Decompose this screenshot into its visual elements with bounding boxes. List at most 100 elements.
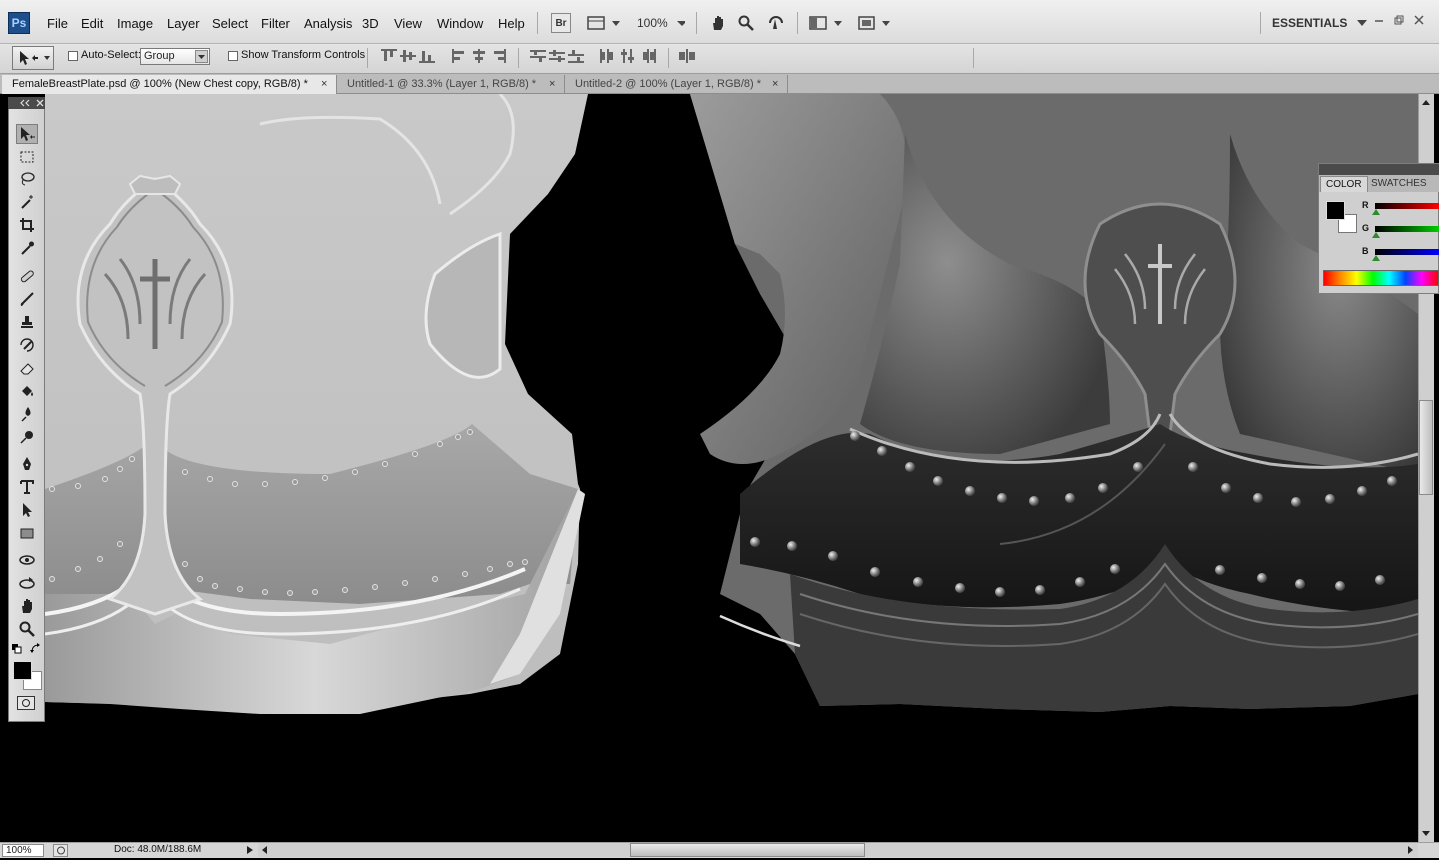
tool-preset-picker[interactable] <box>12 46 54 70</box>
quick-mask-button[interactable] <box>17 696 35 710</box>
rivet <box>1035 585 1045 595</box>
vertical-scroll-thumb[interactable] <box>1419 400 1433 495</box>
healing-brush-button[interactable] <box>16 266 38 286</box>
tab-swatches[interactable]: SWATCHES <box>1366 176 1432 192</box>
menu-view[interactable]: View <box>394 16 422 31</box>
move-tool-button[interactable] <box>16 124 38 144</box>
move-tool-icon <box>21 127 35 141</box>
default-colors-icon[interactable] <box>12 643 22 657</box>
marquee-tool-button[interactable] <box>16 147 38 167</box>
paint-bucket-button[interactable] <box>16 381 38 401</box>
auto-select-dropdown[interactable]: Group <box>140 48 210 65</box>
lasso-tool-button[interactable] <box>16 169 38 189</box>
close-tab-icon[interactable]: × <box>321 75 327 93</box>
arrange-documents-button[interactable] <box>808 13 844 33</box>
align-top-icon[interactable] <box>381 49 397 63</box>
minimize-button[interactable] <box>1374 14 1384 28</box>
scroll-down-arrow-icon[interactable] <box>1420 828 1432 842</box>
zoom-percentage-field[interactable]: 100% <box>2 844 44 857</box>
menu-select[interactable]: Select <box>212 16 248 31</box>
color-spectrum-ramp[interactable] <box>1323 270 1439 286</box>
blue-slider[interactable] <box>1375 249 1439 255</box>
menu-analysis[interactable]: Analysis <box>304 16 352 31</box>
magic-wand-button[interactable] <box>16 192 38 212</box>
blur-tool-button[interactable] <box>16 404 38 424</box>
close-tab-icon[interactable]: × <box>772 75 778 93</box>
close-tab-icon[interactable]: × <box>549 75 555 93</box>
color-panel-header[interactable] <box>1319 164 1439 175</box>
rivet <box>933 476 943 486</box>
rectangle-tool-button[interactable] <box>16 523 38 543</box>
status-menu-arrow-icon[interactable] <box>243 843 257 857</box>
scroll-up-arrow-icon[interactable] <box>1420 96 1432 110</box>
menu-window[interactable]: Window <box>437 16 483 31</box>
color-panel-foreground-swatch[interactable] <box>1326 201 1345 220</box>
foreground-color-swatch[interactable] <box>13 661 32 680</box>
rotate-view-button[interactable] <box>765 13 787 33</box>
eraser-button[interactable] <box>16 358 38 378</box>
eyedropper-button[interactable] <box>16 238 38 258</box>
swap-colors-icon[interactable] <box>30 643 41 657</box>
hand-button[interactable] <box>708 13 728 33</box>
dodge-tool-button[interactable] <box>16 427 38 447</box>
scroll-left-arrow-icon[interactable] <box>260 844 270 859</box>
tab-untitled-2[interactable]: Untitled-2 @ 100% (Layer 1, RGB/8) * × <box>565 75 788 94</box>
restore-button[interactable] <box>1394 14 1404 28</box>
blue-slider-thumb[interactable] <box>1372 255 1380 261</box>
green-slider[interactable] <box>1375 226 1439 232</box>
screen-mode-button[interactable] <box>856 13 892 33</box>
close-window-button[interactable] <box>1414 14 1424 28</box>
tab-femalebreastplate[interactable]: FemaleBreastPlate.psd @ 100% (New Chest … <box>2 75 337 94</box>
horizontal-scroll-thumb[interactable] <box>630 843 865 857</box>
rivet <box>352 469 358 475</box>
crop-tool-button[interactable] <box>16 215 38 235</box>
rivet <box>1325 494 1335 504</box>
menu-filter[interactable]: Filter <box>261 16 290 31</box>
3d-orbit-button[interactable] <box>16 573 38 593</box>
tab-untitled-1[interactable]: Untitled-1 @ 33.3% (Layer 1, RGB/8) * × <box>337 75 565 94</box>
distribute-top-icon[interactable] <box>530 49 546 63</box>
type-tool-button[interactable] <box>16 477 38 497</box>
history-brush-button[interactable] <box>16 335 38 355</box>
zoom-level-dropdown[interactable]: 100% <box>636 13 686 33</box>
menu-edit[interactable]: Edit <box>81 16 103 31</box>
status-info-button[interactable] <box>53 844 68 857</box>
zoom-button[interactable] <box>736 13 756 33</box>
distribute-hcenter-icon[interactable] <box>620 49 636 63</box>
align-vcenter-icon[interactable] <box>400 49 416 63</box>
view-extras-button[interactable] <box>586 13 622 33</box>
distribute-right-icon[interactable] <box>641 49 657 63</box>
path-selection-button[interactable] <box>16 500 38 520</box>
hand-tool-button[interactable] <box>16 596 38 616</box>
menu-3d[interactable]: 3D <box>362 16 379 31</box>
tools-panel-header[interactable] <box>8 97 45 109</box>
green-slider-thumb[interactable] <box>1372 232 1380 238</box>
align-bottom-icon[interactable] <box>419 49 435 63</box>
auto-align-layers-icon[interactable] <box>679 49 695 63</box>
pen-tool-button[interactable] <box>16 454 38 474</box>
brush-tool-button[interactable] <box>16 289 38 309</box>
red-slider[interactable] <box>1375 203 1439 209</box>
distribute-bottom-icon[interactable] <box>568 49 584 63</box>
align-left-icon[interactable] <box>452 49 468 63</box>
auto-select-checkbox[interactable] <box>68 51 78 61</box>
menu-layer[interactable]: Layer <box>167 16 200 31</box>
menu-help[interactable]: Help <box>498 16 525 31</box>
workspace-switcher[interactable]: ESSENTIALS <box>1272 16 1367 30</box>
menu-file[interactable]: File <box>47 16 68 31</box>
show-transform-checkbox[interactable] <box>228 51 238 61</box>
3d-rotate-button[interactable] <box>16 550 38 570</box>
scroll-right-arrow-icon[interactable] <box>1405 844 1415 859</box>
red-slider-thumb[interactable] <box>1372 209 1380 215</box>
align-right-icon[interactable] <box>490 49 506 63</box>
rivet <box>75 483 81 489</box>
document-canvas[interactable] <box>0 94 1418 842</box>
zoom-tool-button[interactable] <box>16 619 38 639</box>
tab-color[interactable]: COLOR <box>1320 176 1368 192</box>
clone-stamp-button[interactable] <box>16 312 38 332</box>
distribute-vcenter-icon[interactable] <box>549 49 565 63</box>
distribute-left-icon[interactable] <box>599 49 615 63</box>
bridge-button[interactable]: Br <box>551 13 571 33</box>
menu-image[interactable]: Image <box>117 16 153 31</box>
align-hcenter-icon[interactable] <box>471 49 487 63</box>
